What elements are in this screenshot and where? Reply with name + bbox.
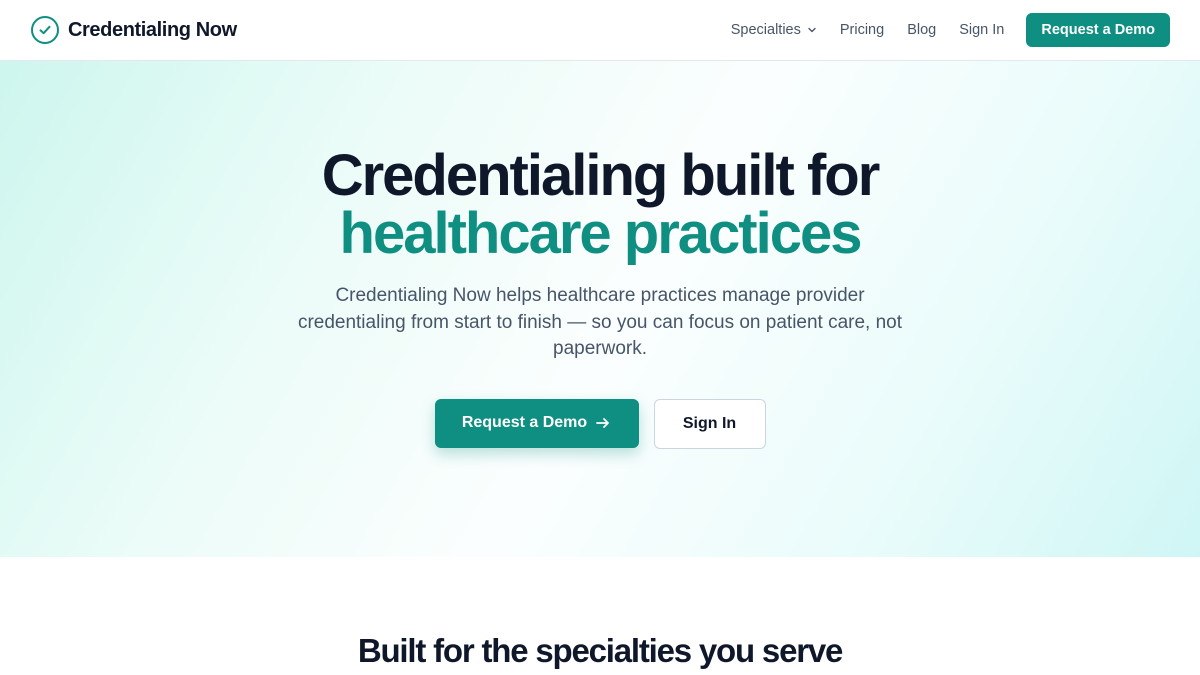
hero-title: Credentialing built for xyxy=(321,143,881,208)
arrow-right-icon xyxy=(596,418,610,428)
hero-title-accent: healthcare practices xyxy=(339,201,863,266)
hero-request-demo-button[interactable]: Request a Demo xyxy=(434,398,639,448)
nav-specialties-label: Specialties xyxy=(730,22,801,38)
nav-blog-link[interactable]: Blog xyxy=(907,22,936,38)
hero-cta-group: Request a Demo Sign In xyxy=(434,398,766,449)
check-circle-icon xyxy=(31,16,59,44)
main-nav: Specialties Pricing Blog Sign In Request… xyxy=(731,13,1170,47)
hero-section: Credentialing built for healthcare pract… xyxy=(0,61,1200,557)
nav-sign-in-link[interactable]: Sign In xyxy=(959,22,1004,38)
chevron-down-icon xyxy=(808,27,816,33)
brand-logo-link[interactable]: Credentialing Now xyxy=(31,16,237,44)
site-header: Credentialing Now Specialties Pricing Bl… xyxy=(0,0,1200,61)
hero-subtitle: Credentialing Now helps healthcare pract… xyxy=(297,285,903,359)
specialties-section-title: Built for the specialties you serve xyxy=(357,632,844,669)
hero-request-demo-label: Request a Demo xyxy=(461,414,588,431)
hero-sign-in-button[interactable]: Sign In xyxy=(653,398,766,449)
brand-name: Credentialing Now xyxy=(68,18,237,41)
nav-specialties-dropdown[interactable]: Specialties xyxy=(731,22,817,38)
header-request-demo-button[interactable]: Request a Demo xyxy=(1026,13,1170,47)
nav-pricing-link[interactable]: Pricing xyxy=(840,22,884,38)
